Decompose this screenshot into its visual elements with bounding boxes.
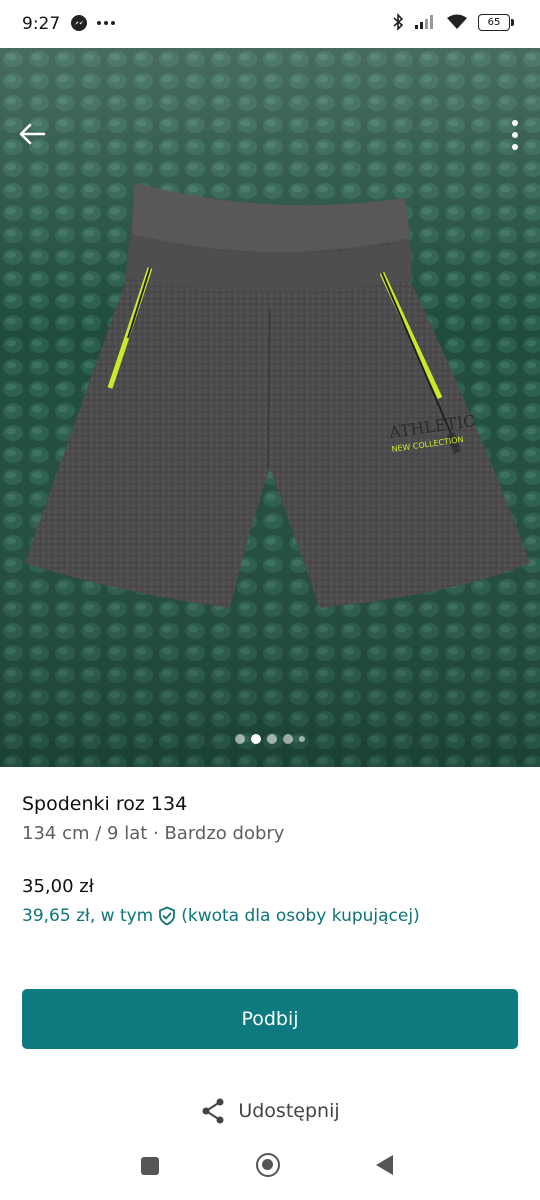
gallery-dot[interactable] [283, 734, 293, 744]
more-icon [97, 21, 115, 25]
messenger-icon [71, 15, 87, 31]
battery-icon: 65 [478, 13, 514, 31]
gallery-dot[interactable] [267, 734, 277, 744]
system-navigation-bar [0, 1140, 540, 1200]
buyer-price-prefix: 39,65 zł, w tym [22, 906, 154, 926]
battery-level: 65 [487, 16, 501, 28]
system-back-icon[interactable] [376, 1155, 393, 1175]
back-arrow-icon[interactable] [16, 118, 48, 150]
bump-button[interactable]: Podbij [22, 989, 518, 1049]
listing-price: 35,00 zł [22, 876, 94, 897]
listing-photo[interactable]: ATHLETIC NEW COLLECTION [0, 48, 540, 767]
gallery-dot[interactable] [235, 734, 245, 744]
recent-apps-icon[interactable] [141, 1157, 159, 1175]
buyer-price-suffix: (kwota dla osoby kupującej) [181, 906, 420, 926]
gallery-dot-active[interactable] [251, 734, 261, 744]
bluetooth-icon [393, 13, 404, 31]
gallery-page-indicator [0, 734, 540, 744]
buyer-protection-price[interactable]: 39,65 zł, w tym (kwota dla osoby kupując… [22, 906, 420, 926]
share-icon [202, 1098, 224, 1124]
status-bar: 9:27 65 [0, 0, 540, 48]
shield-check-icon [159, 906, 176, 926]
share-label: Udostępnij [238, 1100, 340, 1122]
shorts-photo-image: ATHLETIC NEW COLLECTION [0, 48, 540, 767]
share-button[interactable]: Udostępnij [0, 1097, 540, 1125]
wifi-icon [447, 14, 467, 29]
home-icon[interactable] [256, 1153, 280, 1177]
signal-icon [415, 15, 433, 29]
more-options-icon[interactable] [508, 118, 522, 152]
listing-subtitle: 134 cm / 9 lat · Bardzo dobry [22, 823, 285, 844]
gallery-dot[interactable] [299, 736, 305, 742]
listing-title: Spodenki roz 134 [22, 793, 188, 815]
status-time: 9:27 [22, 14, 61, 34]
